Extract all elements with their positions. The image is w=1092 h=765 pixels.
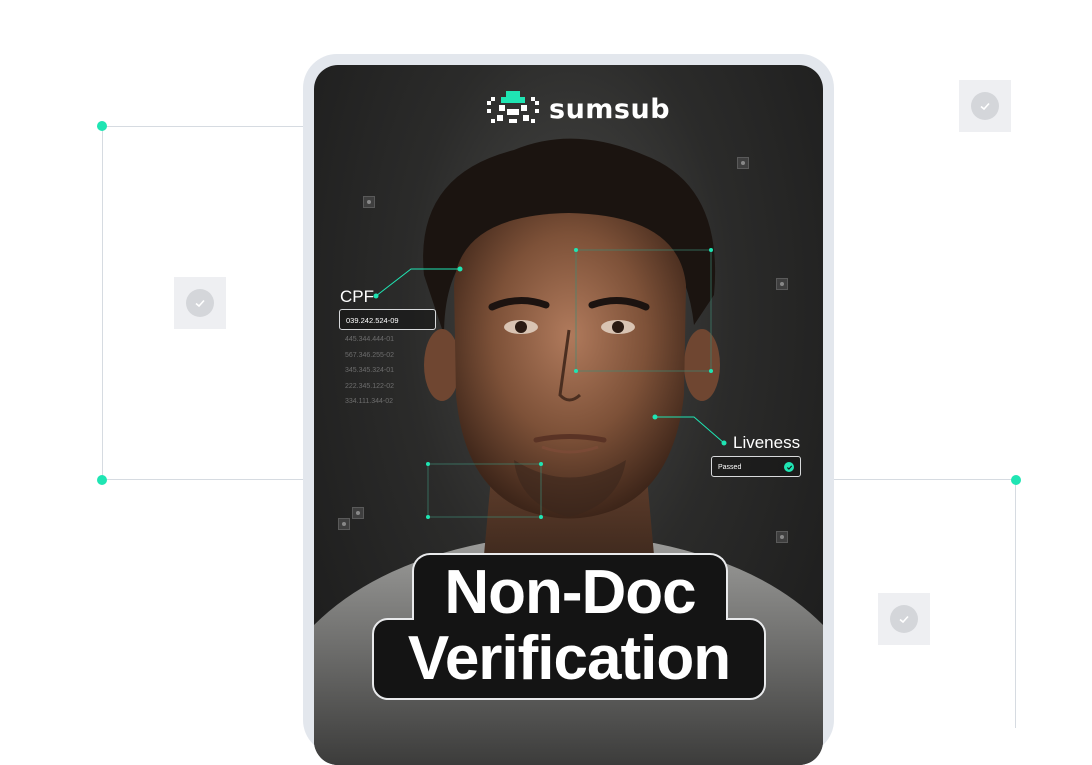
- liveness-label: Liveness: [733, 433, 801, 452]
- check-icon: [784, 462, 794, 472]
- check-icon: [899, 615, 909, 624]
- cpf-faded-value: 445.344.444-01: [345, 336, 395, 343]
- marker-square: [338, 518, 350, 530]
- headline-line-2: Verification: [407, 624, 731, 693]
- headline-line-1: Non-Doc: [444, 558, 696, 627]
- brand-logo: sumsub: [487, 91, 670, 127]
- marker-square: [776, 531, 788, 543]
- connector-line-right: [834, 479, 1016, 480]
- check-icon: [980, 102, 990, 111]
- connector-line-left: [102, 126, 103, 480]
- marker-square: [352, 507, 364, 519]
- connector-line-right-vertical: [1015, 479, 1016, 728]
- check-icon: [195, 299, 205, 308]
- check-tile: [878, 593, 930, 645]
- liveness-status-field: Passed: [711, 456, 801, 477]
- connector-node: [97, 121, 107, 131]
- check-tile: [959, 80, 1011, 132]
- connector-line-top-left: [102, 126, 304, 127]
- cpf-faded-value: 345.345.324-01: [345, 367, 395, 374]
- marker-square: [737, 157, 749, 169]
- cpf-faded-value: 334.111.344-02: [345, 398, 394, 405]
- connector-node: [1011, 475, 1021, 485]
- liveness-status: Passed: [718, 464, 742, 471]
- connector-node: [97, 475, 107, 485]
- cpf-label: CPF: [340, 287, 374, 306]
- check-tile: [174, 277, 226, 329]
- marker-square: [363, 196, 375, 208]
- sumsub-logo-icon: [487, 91, 539, 123]
- phone-frame: sumsub CPF 039.242.524-09 445.344.444-01…: [303, 54, 834, 765]
- cpf-value-field: 039.242.524-09: [339, 309, 436, 330]
- cpf-faded-value: 567.346.255-02: [345, 352, 395, 359]
- cpf-faded-value: 222.345.122-02: [345, 383, 395, 390]
- brand-name: sumsub: [549, 93, 671, 125]
- phone-screen: sumsub CPF 039.242.524-09 445.344.444-01…: [314, 65, 823, 765]
- connector-line-bottom-left: [102, 479, 304, 480]
- marker-square: [776, 278, 788, 290]
